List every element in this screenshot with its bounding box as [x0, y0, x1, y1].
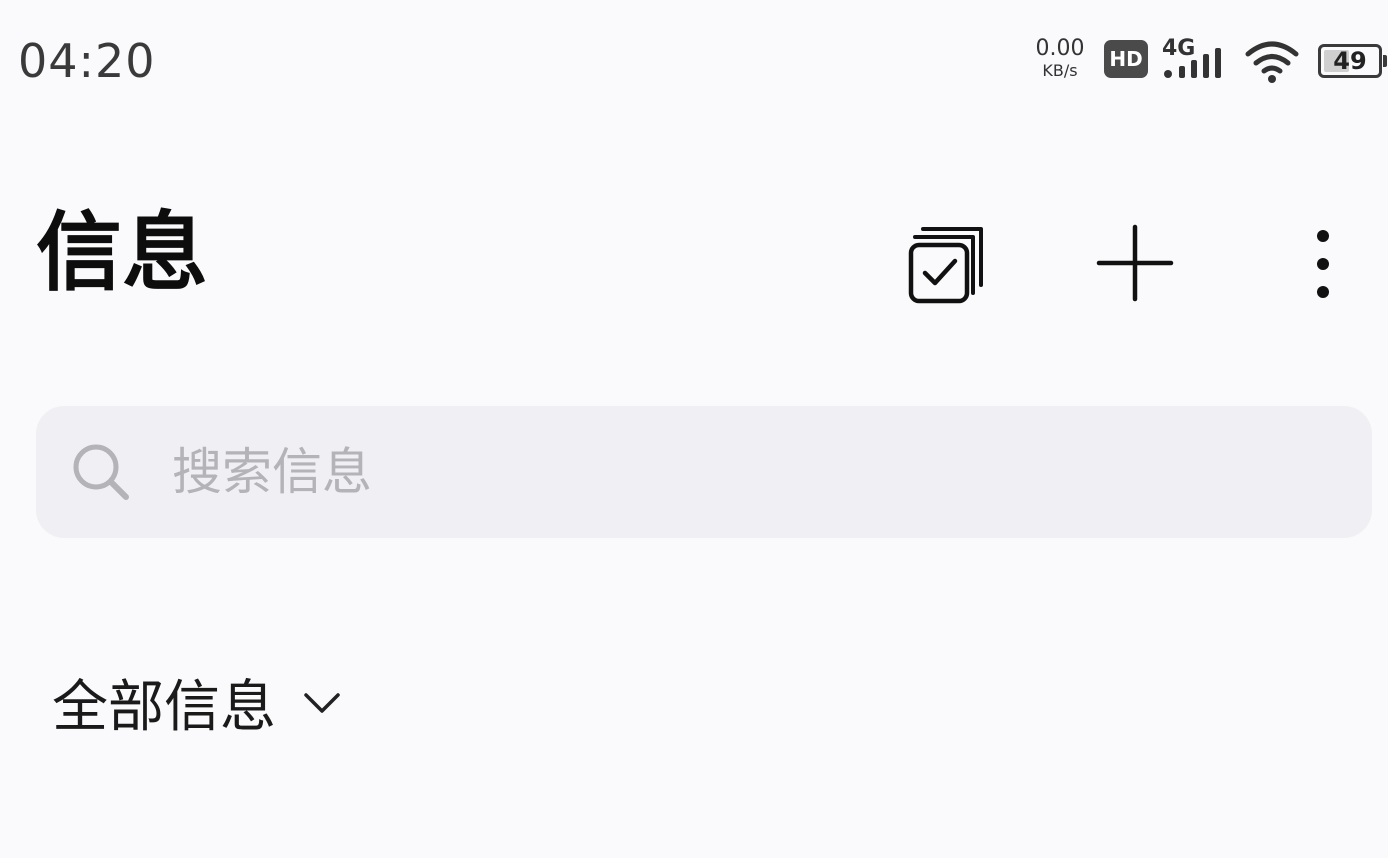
network-speed-value: 0.00 [1035, 36, 1085, 61]
battery-percent: 49 [1333, 47, 1367, 75]
multi-select-icon [908, 227, 983, 304]
search-input[interactable] [170, 442, 1274, 502]
multi-select-button[interactable] [896, 214, 996, 314]
more-vertical-icon [1317, 230, 1329, 298]
status-bar: 04:20 0.00 KB/s HD 4G 49 [0, 0, 1388, 120]
cellular-signal-icon: 4G [1162, 36, 1232, 82]
filter-label: 全部信息 [52, 675, 276, 740]
search-icon [73, 444, 129, 500]
messages-screen: 04:20 0.00 KB/s HD 4G 49 信息 搜索信息 全部信息 [0, 0, 1388, 858]
search-bar[interactable] [36, 406, 1372, 538]
wifi-icon [1244, 40, 1300, 84]
network-speed: 0.00 KB/s [1030, 38, 1090, 79]
status-clock: 04:20 [18, 34, 156, 88]
battery-terminal [1383, 55, 1387, 67]
hd-voice-badge: HD [1104, 40, 1148, 78]
network-speed-unit: KB/s [1042, 61, 1078, 80]
chevron-down-icon [304, 692, 340, 713]
new-message-button[interactable] [1090, 218, 1180, 308]
page-title: 信息 [36, 203, 208, 303]
more-options-button[interactable] [1300, 222, 1346, 306]
plus-icon [1096, 224, 1174, 302]
battery-icon: 49 [1318, 44, 1387, 78]
message-filter-dropdown[interactable]: 全部信息 [52, 662, 342, 743]
